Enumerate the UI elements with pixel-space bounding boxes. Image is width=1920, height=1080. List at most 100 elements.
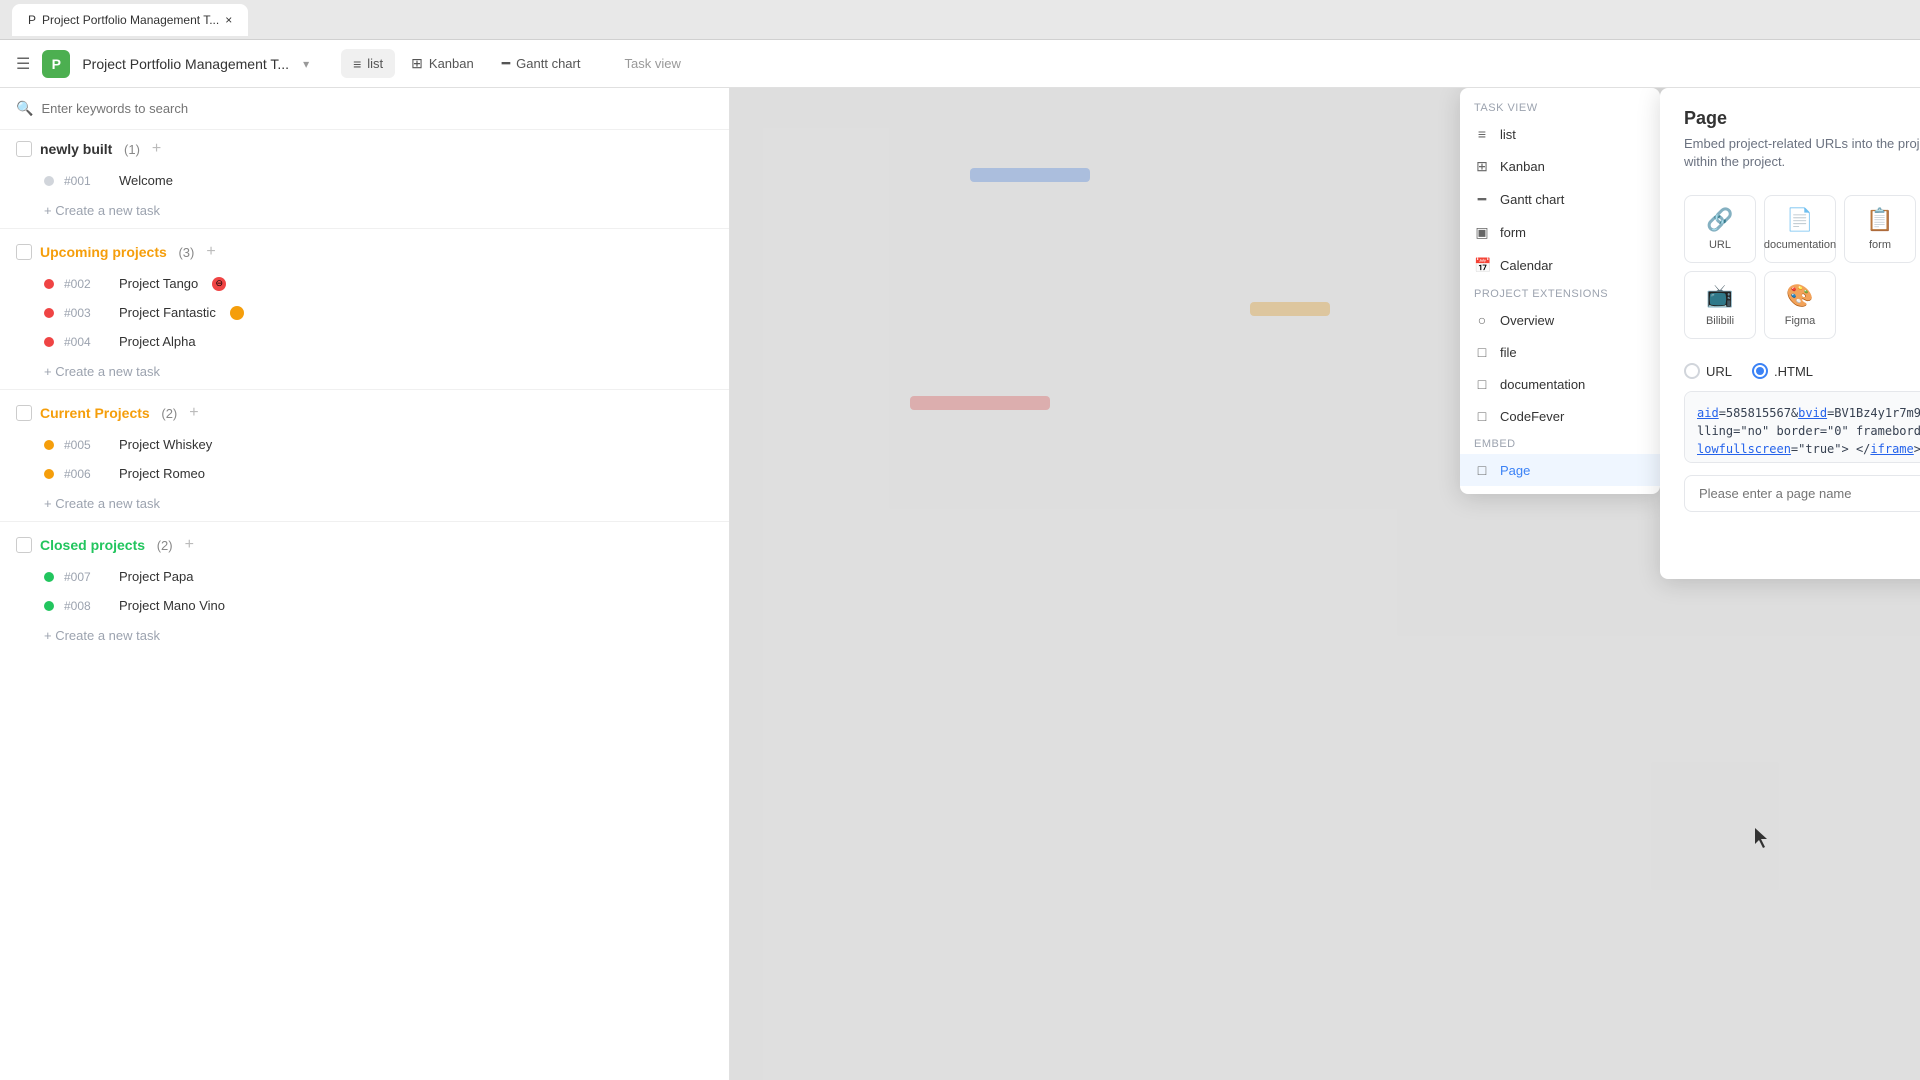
project-title-dropdown[interactable]: ▾ <box>303 57 309 71</box>
task-004-priority <box>44 337 54 347</box>
search-bar: 🔍 <box>0 88 729 130</box>
task-006-priority <box>44 469 54 479</box>
radio-html-label[interactable]: .HTML <box>1752 363 1813 379</box>
page-name-input[interactable] <box>1684 475 1920 512</box>
create-task-newly-built[interactable]: + Create a new task <box>8 197 721 224</box>
dropdown-page[interactable]: □ Page <box>1460 454 1660 486</box>
list-dropdown-icon: ≡ <box>1474 126 1490 142</box>
group-newly-built-add[interactable]: + <box>152 140 161 158</box>
embed-bilibili[interactable]: 📺 Bilibili <box>1684 271 1756 339</box>
dropdown-form[interactable]: ▣ form <box>1460 216 1660 249</box>
group-closed-title: Closed projects (2) <box>40 537 173 553</box>
group-current-add[interactable]: + <box>189 404 198 422</box>
url-embed-icon: 🔗 <box>1706 207 1733 233</box>
project-title: Project Portfolio Management T... <box>82 56 289 72</box>
dropdown-overview[interactable]: ○ Overview <box>1460 304 1660 336</box>
dropdown-list[interactable]: ≡ list <box>1460 118 1660 150</box>
create-task-current[interactable]: + Create a new task <box>8 490 721 517</box>
embed-documentation[interactable]: 📄 documentation <box>1764 195 1836 263</box>
dropdown-codefever[interactable]: □ CodeFever <box>1460 400 1660 432</box>
group-closed-add[interactable]: + <box>185 536 194 554</box>
task-003[interactable]: #003 Project Fantastic <box>8 298 721 327</box>
dropdown-gantt[interactable]: ━ Gantt chart <box>1460 183 1660 216</box>
dropdown-file[interactable]: □ file <box>1460 336 1660 368</box>
page-panel: Page Embed project-related URLs into the… <box>1660 88 1920 579</box>
sidebar-toggle-icon[interactable]: ☰ <box>16 54 30 74</box>
create-task-upcoming[interactable]: + Create a new task <box>8 358 721 385</box>
group-closed-header[interactable]: Closed projects (2) + <box>0 526 729 562</box>
task-005-priority <box>44 440 54 450</box>
tab-close-icon[interactable]: × <box>225 13 232 27</box>
dropdown-documentation[interactable]: □ documentation <box>1460 368 1660 400</box>
app-header: ☰ P Project Portfolio Management T... ▾ … <box>0 40 1920 88</box>
radio-html[interactable] <box>1752 363 1768 379</box>
page-panel-desc: Embed project-related URLs into the proj… <box>1684 135 1920 171</box>
search-input[interactable] <box>41 101 713 116</box>
code-link-iframe: iframe <box>1870 442 1913 456</box>
embed-figma[interactable]: 🎨 Figma <box>1764 271 1836 339</box>
task-002[interactable]: #002 Project Tango ⊖ <box>8 269 721 298</box>
form-dropdown-icon: ▣ <box>1474 224 1490 241</box>
group-current-count: (2) <box>161 406 177 421</box>
gantt-icon: ━ <box>502 55 510 72</box>
task-007-priority <box>44 572 54 582</box>
group-current-checkbox[interactable] <box>16 405 32 421</box>
url-embed-label: URL <box>1709 239 1731 252</box>
embed-options: 🔗 URL 📄 documentation 📋 form 📅 Calendar … <box>1660 183 1920 355</box>
file-dropdown-icon: □ <box>1474 344 1490 360</box>
embed-form[interactable]: 📋 form <box>1844 195 1916 263</box>
group-current-projects: Current Projects (2) + #005 Project Whis… <box>0 394 729 517</box>
group-newly-built-header[interactable]: newly built (1) + <box>0 130 729 166</box>
task-006[interactable]: #006 Project Romeo <box>8 459 721 488</box>
group-newly-built: newly built (1) + #001 Welcome + Create … <box>0 130 729 224</box>
radio-url-label[interactable]: URL <box>1684 363 1732 379</box>
group-closed-projects: Closed projects (2) + #007 Project Papa … <box>0 526 729 649</box>
group-newly-built-checkbox[interactable] <box>16 141 32 157</box>
tab-gantt-label: Gantt chart <box>516 56 580 71</box>
tab-list[interactable]: ≡ list <box>341 49 395 78</box>
bilibili-embed-label: Bilibili <box>1706 315 1734 328</box>
group-upcoming-count: (3) <box>178 245 194 260</box>
group-newly-built-title: newly built (1) <box>40 141 140 157</box>
task-004[interactable]: #004 Project Alpha <box>8 327 721 356</box>
browser-tab[interactable]: P Project Portfolio Management T... × <box>12 4 248 36</box>
group-upcoming-header[interactable]: Upcoming projects (3) + <box>0 233 729 269</box>
group-closed-checkbox[interactable] <box>16 537 32 553</box>
form-embed-label: form <box>1869 239 1891 252</box>
task-007[interactable]: #007 Project Papa <box>8 562 721 591</box>
code-box[interactable]: aid=585815567&bvid=BV1Bz4y1r7m9&cid=2723… <box>1684 391 1920 463</box>
group-upcoming-add[interactable]: + <box>206 243 215 261</box>
radio-url[interactable] <box>1684 363 1700 379</box>
task-001[interactable]: #001 Welcome <box>8 166 721 195</box>
tab-kanban-label: Kanban <box>429 56 474 71</box>
task-008[interactable]: #008 Project Mano Vino <box>8 591 721 620</box>
task-005[interactable]: #005 Project Whiskey <box>8 430 721 459</box>
codefever-dropdown-icon: □ <box>1474 408 1490 424</box>
form-embed-icon: 📋 <box>1866 207 1893 233</box>
tab-kanban[interactable]: ⊞ Kanban <box>399 49 486 78</box>
gantt-dropdown-icon: ━ <box>1474 191 1490 208</box>
tab-title: Project Portfolio Management T... <box>42 13 219 27</box>
task-view-dropdown: Task view ≡ list ⊞ Kanban ━ Gantt chart … <box>1460 88 1660 494</box>
documentation-embed-label: documentation <box>1764 239 1836 252</box>
task-008-priority <box>44 601 54 611</box>
page-panel-title: Page <box>1684 108 1920 129</box>
dropdown-kanban[interactable]: ⊞ Kanban <box>1460 150 1660 183</box>
group-current-header[interactable]: Current Projects (2) + <box>0 394 729 430</box>
tab-gantt[interactable]: ━ Gantt chart <box>490 49 593 78</box>
create-task-closed[interactable]: + Create a new task <box>8 622 721 649</box>
embed-section-label: embed <box>1460 432 1660 454</box>
task-003-priority <box>44 308 54 318</box>
bilibili-embed-icon: 📺 <box>1706 283 1733 309</box>
group-upcoming-checkbox[interactable] <box>16 244 32 260</box>
overview-dropdown-icon: ○ <box>1474 312 1490 328</box>
dropdown-calendar[interactable]: 📅 Calendar <box>1460 249 1660 282</box>
kanban-icon: ⊞ <box>411 55 423 72</box>
browser-bar: P Project Portfolio Management T... × <box>0 0 1920 40</box>
documentation-embed-icon: 📄 <box>1786 207 1813 233</box>
radio-group: URL .HTML <box>1660 355 1920 391</box>
group-upcoming-title: Upcoming projects (3) <box>40 244 194 260</box>
embed-url[interactable]: 🔗 URL <box>1684 195 1756 263</box>
extensions-section-label: Project extensions <box>1460 282 1660 304</box>
kanban-dropdown-icon: ⊞ <box>1474 158 1490 175</box>
